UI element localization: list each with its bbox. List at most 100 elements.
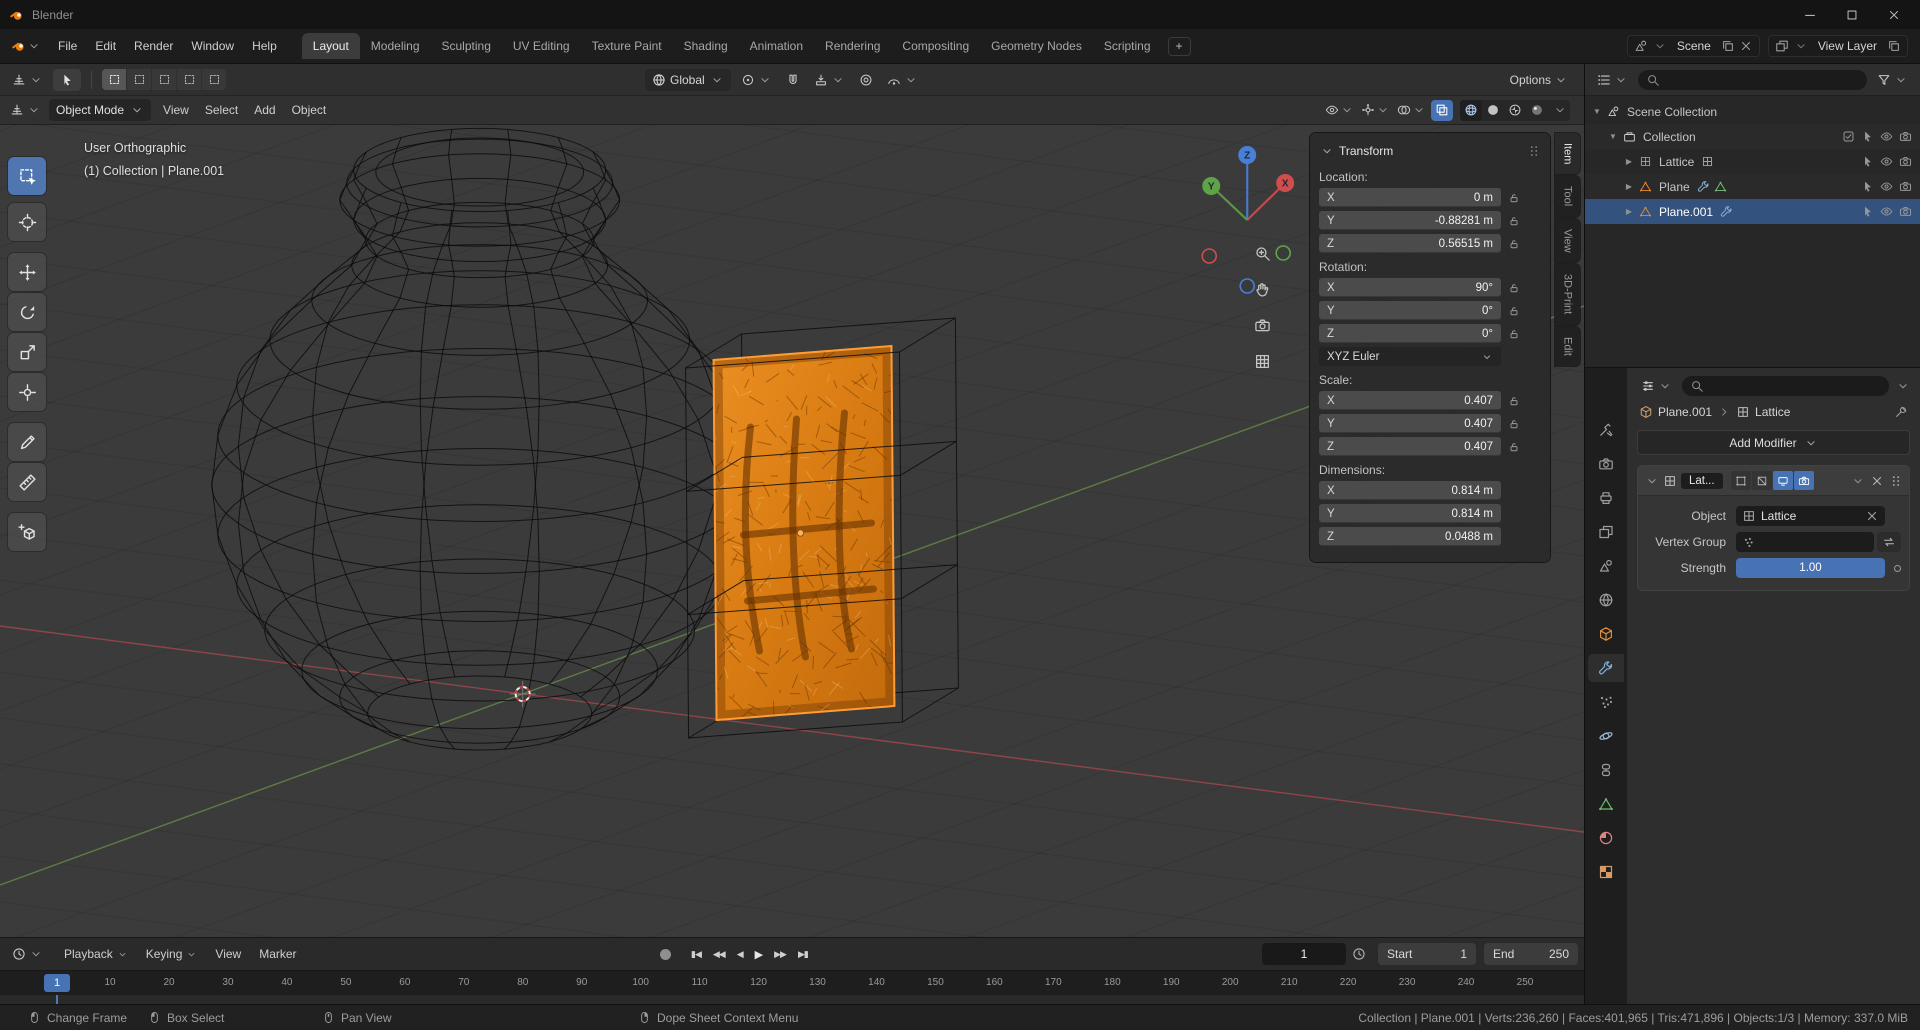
tool-move[interactable]: [8, 253, 46, 291]
field-location-z[interactable]: Z 0.56515 m: [1319, 234, 1501, 253]
lock-icon[interactable]: [1508, 328, 1520, 340]
tool-select-box[interactable]: [8, 157, 46, 195]
menu-edit[interactable]: Edit: [86, 35, 125, 57]
shading-wireframe-button[interactable]: [1460, 99, 1482, 121]
breadcrumb-data[interactable]: Lattice: [1755, 405, 1790, 419]
modifier-toggle-realtime[interactable]: [1772, 471, 1793, 490]
modifier-drag-icon[interactable]: [1889, 474, 1903, 488]
view-layer-selector[interactable]: View Layer: [1767, 35, 1908, 57]
n-panel-tab-tool[interactable]: Tool: [1555, 176, 1580, 217]
workspace-tab-geometry-nodes[interactable]: Geometry Nodes: [980, 33, 1093, 59]
outliner-filter-button[interactable]: [1873, 70, 1912, 90]
menu-file[interactable]: File: [49, 35, 86, 57]
workspace-tab-layout[interactable]: Layout: [301, 33, 360, 59]
clear-object-icon[interactable]: [1865, 509, 1879, 523]
properties-tab-scene[interactable]: [1588, 552, 1624, 580]
playhead-line[interactable]: [56, 995, 58, 1004]
workspace-tab-shading[interactable]: Shading: [673, 33, 739, 59]
field-dimensions-z[interactable]: Z 0.0488 m: [1319, 527, 1501, 546]
shading-options-dropdown[interactable]: [1548, 100, 1570, 121]
properties-search-input[interactable]: [1682, 376, 1889, 396]
workspace-tab-animation[interactable]: Animation: [739, 33, 814, 59]
snap-toggle[interactable]: [782, 70, 804, 90]
select-mode-3[interactable]: [177, 69, 201, 90]
expander-icon[interactable]: ▼: [1591, 107, 1603, 116]
outliner-row-lattice[interactable]: ▶ Lattice: [1585, 149, 1920, 174]
proportional-falloff-dropdown[interactable]: [883, 70, 922, 90]
viewport-editor-type-button[interactable]: [6, 100, 45, 120]
workspace-tab-modeling[interactable]: Modeling: [360, 33, 431, 59]
timeline-editor-type-button[interactable]: [8, 944, 47, 964]
visibility-dropdown[interactable]: [1323, 100, 1356, 121]
camera-icon[interactable]: [1899, 180, 1912, 193]
current-frame-field[interactable]: 1: [1262, 943, 1346, 965]
outliner-row-plane[interactable]: ▶ Plane: [1585, 174, 1920, 199]
timeline-menu-marker[interactable]: Marker: [250, 943, 305, 965]
start-frame-field[interactable]: Start 1: [1378, 943, 1476, 965]
lock-icon[interactable]: [1508, 441, 1520, 453]
transform-panel-header[interactable]: Transform: [1319, 139, 1541, 163]
select-mode-4[interactable]: [202, 69, 226, 90]
transport-jump-start[interactable]: ▮◀: [687, 946, 705, 963]
xray-toggle[interactable]: [1431, 99, 1453, 121]
viewport-canvas[interactable]: ZXY User Orthographic (1) Collection | P…: [0, 125, 1584, 937]
add-workspace-button[interactable]: +: [1167, 36, 1191, 56]
tool-transform[interactable]: [8, 373, 46, 411]
viewport-camera-button[interactable]: [1254, 317, 1271, 337]
viewport-menu-object[interactable]: Object: [284, 99, 335, 121]
modifier-toggle-editmode[interactable]: [1751, 471, 1772, 490]
viewport-zoom-button[interactable]: [1254, 245, 1271, 265]
auto-key-record-button[interactable]: [660, 948, 671, 960]
viewport-grid-button[interactable]: [1254, 353, 1271, 373]
shading-material-button[interactable]: [1504, 100, 1526, 121]
shading-solid-button[interactable]: [1482, 100, 1504, 121]
use-preview-range-icon[interactable]: [1352, 947, 1366, 961]
workspace-tab-rendering[interactable]: Rendering: [814, 33, 891, 59]
timeline-menu-keying[interactable]: Keying: [137, 943, 207, 965]
timeline-menu-playback[interactable]: Playback: [55, 943, 137, 965]
select-mode-1[interactable]: [127, 69, 151, 90]
modifier-extras-icon[interactable]: [1851, 474, 1865, 488]
properties-tab-material[interactable]: [1588, 824, 1624, 852]
properties-tab-particles[interactable]: [1588, 688, 1624, 716]
properties-tab-output[interactable]: [1588, 484, 1624, 512]
workspace-tab-compositing[interactable]: Compositing: [891, 33, 980, 59]
collapse-icon[interactable]: [1645, 474, 1659, 488]
modifier-toggle-cage[interactable]: [1730, 471, 1751, 490]
workspace-tab-scripting[interactable]: Scripting: [1093, 33, 1162, 59]
field-scale-y[interactable]: Y 0.407: [1319, 414, 1501, 433]
outliner-row-collection[interactable]: ▼ Collection: [1585, 124, 1920, 149]
rotation-mode-dropdown[interactable]: XYZ Euler: [1319, 347, 1501, 366]
properties-options-icon[interactable]: [1896, 379, 1910, 393]
breadcrumb-object[interactable]: Plane.001: [1658, 405, 1712, 419]
pivot-dropdown[interactable]: [737, 70, 776, 90]
workspace-tab-texture-paint[interactable]: Texture Paint: [581, 33, 673, 59]
strength-slider[interactable]: 1.00: [1736, 558, 1885, 578]
editor-type-button[interactable]: [8, 70, 47, 90]
tool-annotate[interactable]: [8, 423, 46, 461]
n-panel-tab-3d-print[interactable]: 3D-Print: [1555, 264, 1580, 325]
pointer-icon[interactable]: [1861, 130, 1874, 143]
timeline-menu-view[interactable]: View: [206, 943, 250, 965]
unlink-scene-button[interactable]: [1739, 39, 1753, 53]
lock-icon[interactable]: [1508, 238, 1520, 250]
properties-tab-object[interactable]: [1588, 620, 1624, 648]
expander-icon[interactable]: ▶: [1623, 182, 1635, 191]
selected-plane-object[interactable]: [706, 344, 897, 722]
3d-cursor[interactable]: [509, 681, 536, 707]
outliner-editor-type-button[interactable]: [1593, 70, 1632, 90]
outliner-row-scene-collection[interactable]: ▼ Scene Collection: [1585, 99, 1920, 124]
panel-drag-icon[interactable]: [1527, 144, 1541, 158]
n-panel-tab-item[interactable]: Item: [1555, 133, 1580, 175]
close-button[interactable]: [1878, 4, 1910, 26]
camera-icon[interactable]: [1899, 155, 1912, 168]
end-frame-field[interactable]: End 250: [1484, 943, 1578, 965]
modifier-toggle-render[interactable]: [1793, 471, 1814, 490]
expander-icon[interactable]: ▶: [1623, 157, 1635, 166]
workspace-tab-uv-editing[interactable]: UV Editing: [502, 33, 581, 59]
snap-settings-dropdown[interactable]: [810, 70, 849, 90]
field-dimensions-y[interactable]: Y 0.814 m: [1319, 504, 1501, 523]
tool-measure[interactable]: [8, 463, 46, 501]
overlays-dropdown[interactable]: [1395, 100, 1428, 121]
lock-icon[interactable]: [1508, 305, 1520, 317]
